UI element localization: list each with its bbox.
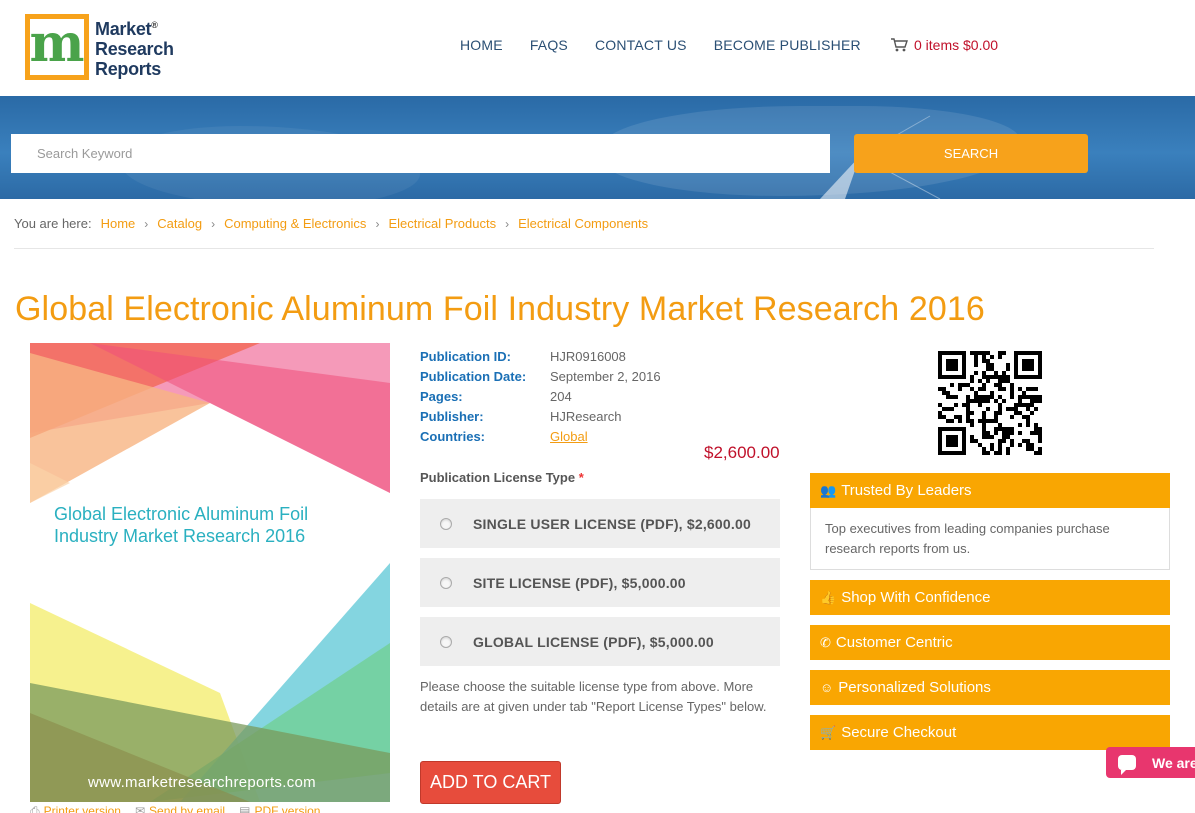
- pdf-icon: ▤: [239, 804, 251, 813]
- send-by-email-link[interactable]: ✉ Send by email: [135, 804, 225, 813]
- license-note: Please choose the suitable license type …: [420, 679, 767, 714]
- trust-item-secure-checkout[interactable]: 🛒 Secure Checkout: [810, 715, 1170, 750]
- breadcrumb-catalog[interactable]: Catalog: [157, 216, 202, 231]
- site-header: m Market® Research Reports HOME FAQS CON…: [0, 0, 1195, 96]
- search-button[interactable]: SEARCH: [854, 134, 1088, 173]
- report-cover-image: Global Electronic Aluminum Foil Industry…: [30, 343, 390, 802]
- cover-title: Global Electronic Aluminum Foil Industry…: [54, 504, 309, 546]
- email-icon: ✉: [134, 804, 146, 813]
- printer-version-link[interactable]: ⎙ Printer version: [30, 804, 121, 813]
- logo-text: Market® Research Reports: [95, 19, 174, 79]
- countries-row: Countries: Global: [420, 428, 588, 444]
- cart-icon: 🛒: [820, 724, 837, 740]
- radio-button[interactable]: [440, 635, 452, 648]
- radio-button[interactable]: [440, 576, 452, 589]
- chevron-right-icon: ›: [505, 216, 510, 231]
- report-tools: ⎙ Printer version ✉ Send by email ▤ PDF ver…: [30, 804, 320, 813]
- smile-icon: ☺: [820, 680, 834, 695]
- add-to-cart-button[interactable]: ADD TO CART: [420, 761, 561, 804]
- main-nav: HOME FAQS CONTACT US BECOME PUBLISHER: [460, 37, 861, 53]
- divider: [14, 248, 1154, 249]
- breadcrumb-electrical-products[interactable]: Electrical Products: [388, 216, 496, 231]
- license-option-global[interactable]: GLOBAL LICENSE (PDF), $5,000.00: [420, 617, 780, 666]
- chevron-right-icon: ›: [211, 216, 216, 231]
- breadcrumb-computing-electronics[interactable]: Computing & Electronics: [224, 216, 366, 231]
- cart-summary[interactable]: 0 items $0.00: [891, 37, 998, 53]
- pdf-version-link[interactable]: ▤ PDF version: [239, 804, 320, 813]
- nav-home[interactable]: HOME: [460, 37, 503, 53]
- trust-item-shop-with-confidence[interactable]: 👍 Shop With Confidence: [810, 580, 1170, 615]
- license-option-site[interactable]: SITE LICENSE (PDF), $5,000.00: [420, 558, 780, 607]
- search-banner: SEARCH: [0, 96, 1195, 199]
- publication-id-row: Publication ID: HJR0916008: [420, 348, 626, 364]
- cover-url: www.marketresearchreports.com: [88, 774, 316, 791]
- qr-code-image: [938, 351, 1042, 455]
- logo-mark: m: [25, 14, 89, 80]
- breadcrumb-electrical-components[interactable]: Electrical Components: [518, 216, 648, 231]
- phone-icon: ✆: [820, 634, 831, 650]
- cover-artwork: [30, 343, 390, 802]
- site-logo[interactable]: m Market® Research Reports: [25, 14, 174, 80]
- users-icon: 👥: [820, 482, 837, 498]
- price: $2,600.00: [704, 443, 780, 462]
- chevron-right-icon: ›: [144, 216, 149, 231]
- page-title: Global Electronic Aluminum Foil Industry…: [15, 290, 985, 328]
- nav-faqs[interactable]: FAQS: [530, 37, 568, 53]
- country-link[interactable]: Global: [550, 429, 588, 444]
- cart-text: 0 items $0.00: [914, 37, 999, 53]
- search-input[interactable]: [11, 134, 830, 173]
- thumbs-up-icon: 👍: [820, 589, 837, 605]
- cart-icon: [891, 38, 908, 52]
- pages-row: Pages: 204: [420, 388, 572, 404]
- printer-icon: ⎙: [30, 804, 40, 813]
- trust-item-customer-centric[interactable]: ✆ Customer Centric: [810, 625, 1170, 660]
- license-option-single-user[interactable]: SINGLE USER LICENSE (PDF), $2,600.00: [420, 499, 780, 548]
- chevron-right-icon: ›: [375, 216, 380, 231]
- license-type-label: Publication License Type *: [420, 470, 584, 485]
- publisher-row: Publisher: HJResearch: [420, 408, 622, 424]
- chat-bubble-icon: [1118, 755, 1136, 775]
- trust-item-personalized-solutions[interactable]: ☺ Personalized Solutions: [810, 670, 1170, 705]
- breadcrumb-lead: You are here:: [14, 216, 92, 231]
- breadcrumb: You are here: Home › Catalog › Computing…: [14, 216, 648, 231]
- nav-contact-us[interactable]: CONTACT US: [595, 37, 687, 53]
- chat-label: We are: [1152, 754, 1195, 771]
- publication-date-row: Publication Date: September 2, 2016: [420, 368, 661, 384]
- nav-become-publisher[interactable]: BECOME PUBLISHER: [714, 37, 861, 53]
- trust-item-trusted-by-leaders[interactable]: 👥 Trusted By Leaders: [810, 473, 1170, 508]
- publication-details: Publication ID: HJR0916008 Publication D…: [420, 346, 661, 446]
- trust-item-body: Top executives from leading companies pu…: [810, 508, 1170, 570]
- breadcrumb-home[interactable]: Home: [101, 216, 136, 231]
- radio-button[interactable]: [440, 517, 452, 530]
- chat-widget[interactable]: We are: [1106, 747, 1195, 778]
